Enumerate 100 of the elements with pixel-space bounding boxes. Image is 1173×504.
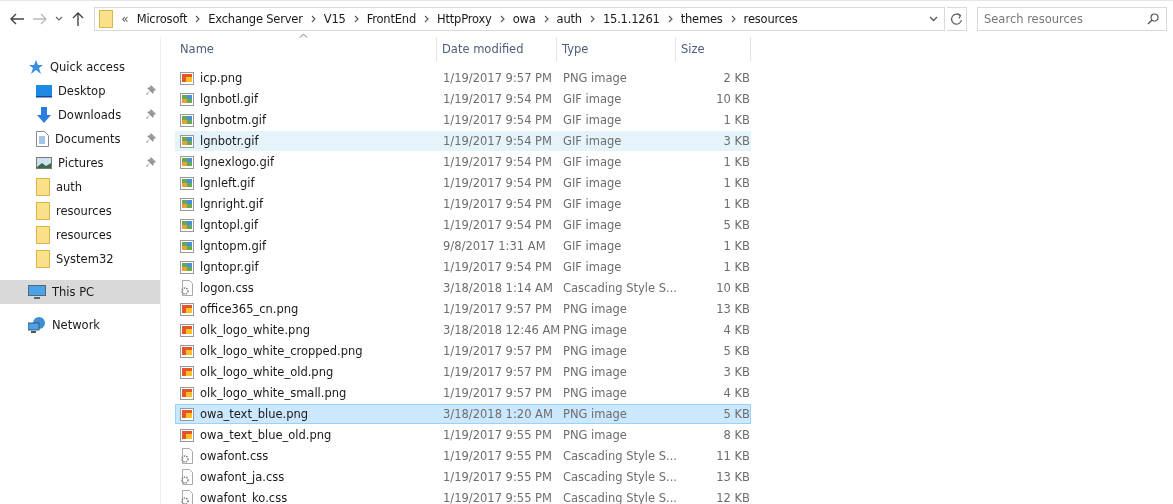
- chevron-right-icon: [195, 15, 201, 23]
- file-row[interactable]: icp.png 1/19/2017 9:57 PM PNG image 2 KB: [175, 68, 751, 88]
- file-row[interactable]: lgnbotm.gif 1/19/2017 9:54 PM GIF image 1 KB: [175, 110, 751, 130]
- date-cell-text: 1/19/2017 9:54 PM: [442, 113, 553, 127]
- image-file-icon: [180, 134, 194, 148]
- breadcrumb[interactable]: Exchange Server: [208, 12, 303, 26]
- download-arrow-icon: [36, 107, 52, 123]
- address-bar[interactable]: « Microsoft Exchange Server V15 FrontEnd HttpProxy owa auth 15.1.1261 themes resources: [94, 7, 946, 31]
- file-name: olk_logo_white_old.png: [200, 365, 334, 379]
- up-arrow-icon: [70, 11, 85, 27]
- file-row[interactable]: lgnbotl.gif 1/19/2017 9:54 PM GIF image 10 KB: [175, 89, 751, 109]
- sidebar-item[interactable]: auth: [0, 175, 160, 199]
- column-header[interactable]: Size: [676, 37, 751, 61]
- type-cell-text: PNG image: [562, 323, 628, 337]
- search-field[interactable]: Search resources: [977, 7, 1167, 31]
- folder-icon: [99, 10, 114, 28]
- sidebar-label: Desktop: [58, 84, 106, 98]
- date-cell-text: 1/19/2017 9:54 PM: [442, 155, 553, 169]
- chevron-down-icon: [54, 16, 63, 22]
- image-file-icon: [180, 302, 194, 316]
- file-row[interactable]: owafont_ko.css 1/19/2017 9:55 PM Cascading Style S... 12 KB: [175, 488, 751, 504]
- sidebar-item[interactable]: Documents: [0, 127, 160, 151]
- file-row[interactable]: olk_logo_white_cropped.png 1/19/2017 9:57 PM PNG image 5 KB: [175, 341, 751, 361]
- file-row[interactable]: lgntopm.gif 9/8/2017 1:31 AM GIF image 1 KB: [175, 236, 751, 256]
- sidebar-item[interactable]: Quick access: [0, 55, 160, 79]
- refresh-button[interactable]: [947, 7, 967, 31]
- chevron-right-icon: [310, 15, 316, 23]
- file-row[interactable]: olk_logo_white.png 3/18/2018 12:46 AM PNG image 4 KB: [175, 320, 751, 340]
- file-row[interactable]: lgntopr.gif 1/19/2017 9:54 PM GIF image 1 KB: [175, 257, 751, 277]
- file-row[interactable]: lgnexlogo.gif 1/19/2017 9:54 PM GIF image 1 KB: [175, 152, 751, 172]
- chevron-right-icon: [589, 15, 595, 23]
- date-cell-text: 1/19/2017 9:54 PM: [442, 197, 553, 211]
- breadcrumb[interactable]: FrontEnd: [366, 12, 416, 26]
- sidebar-item[interactable]: Desktop: [0, 79, 160, 103]
- file-name: lgnbotr.gif: [200, 134, 259, 148]
- breadcrumb[interactable]: Microsoft: [136, 12, 188, 26]
- folder-icon: [36, 202, 50, 220]
- file-row[interactable]: owafont_ja.css 1/19/2017 9:55 PM Cascading Style S... 13 KB: [175, 467, 751, 487]
- file-row[interactable]: owafont.css 1/19/2017 9:55 PM Cascading Style S... 11 KB: [175, 446, 751, 466]
- chevron-right-icon: [543, 15, 549, 23]
- date-cell-text: 1/19/2017 9:57 PM: [442, 386, 553, 400]
- size-cell-text: 10 KB: [715, 281, 751, 295]
- file-name: lgntopl.gif: [200, 218, 259, 232]
- breadcrumb[interactable]: themes: [680, 12, 723, 26]
- type-cell-text: GIF image: [562, 113, 623, 127]
- search-icon: [1147, 13, 1159, 25]
- type-cell-text: PNG image: [562, 365, 628, 379]
- type-cell-text: GIF image: [562, 218, 623, 232]
- file-name: owa_text_blue.png: [200, 407, 309, 421]
- size-cell-text: 3 KB: [722, 134, 751, 148]
- type-cell-text: Cascading Style S...: [562, 470, 677, 484]
- file-row[interactable]: olk_logo_white_small.png 1/19/2017 9:57 PM PNG image 4 KB: [175, 383, 751, 403]
- size-cell-text: 10 KB: [715, 92, 751, 106]
- sidebar-item[interactable]: Network: [0, 313, 160, 337]
- breadcrumb[interactable]: owa: [512, 12, 536, 26]
- size-cell-text: 1 KB: [722, 113, 751, 127]
- overflow-chevron[interactable]: «: [121, 12, 129, 26]
- size-cell-text: 12 KB: [715, 491, 751, 504]
- sidebar-item[interactable]: Downloads: [0, 103, 160, 127]
- file-row[interactable]: lgnbotr.gif 1/19/2017 9:54 PM GIF image 3 KB: [175, 131, 751, 151]
- type-cell-text: Cascading Style S...: [562, 491, 677, 504]
- file-name: owafont_ja.css: [200, 470, 285, 484]
- breadcrumb[interactable]: resources: [743, 12, 798, 26]
- breadcrumb[interactable]: 15.1.1261: [602, 12, 660, 26]
- type-cell-text: GIF image: [562, 134, 623, 148]
- sidebar-label: Pictures: [58, 156, 104, 170]
- sidebar-label: This PC: [52, 285, 95, 299]
- type-cell-text: GIF image: [562, 239, 623, 253]
- file-row[interactable]: office365_cn.png 1/19/2017 9:57 PM PNG image 13 KB: [175, 299, 751, 319]
- file-row[interactable]: owa_text_blue.png 3/18/2018 1:20 AM PNG image 5 KB: [175, 404, 751, 424]
- sidebar-item[interactable]: Pictures: [0, 151, 160, 175]
- sidebar-label: Downloads: [58, 108, 122, 122]
- file-row[interactable]: lgnleft.gif 1/19/2017 9:54 PM GIF image 1 KB: [175, 173, 751, 193]
- file-row[interactable]: owa_text_blue_old.png 1/19/2017 9:55 PM PNG image 8 KB: [175, 425, 751, 445]
- type-cell-text: PNG image: [562, 428, 628, 442]
- file-row[interactable]: lgntopl.gif 1/19/2017 9:54 PM GIF image 5 KB: [175, 215, 751, 235]
- type-cell-text: PNG image: [562, 344, 628, 358]
- file-row[interactable]: lgnright.gif 1/19/2017 9:54 PM GIF image 1 KB: [175, 194, 751, 214]
- image-file-icon: [180, 92, 194, 106]
- dropdown-icon[interactable]: [929, 16, 939, 22]
- file-row[interactable]: olk_logo_white_old.png 1/19/2017 9:57 PM PNG image 3 KB: [175, 362, 751, 382]
- date-cell-text: 1/19/2017 9:54 PM: [442, 92, 553, 106]
- file-row[interactable]: logon.css 3/18/2018 1:14 AM Cascading Style S... 10 KB: [175, 278, 751, 298]
- breadcrumb[interactable]: V15: [323, 12, 346, 26]
- file-name: lgnbotm.gif: [200, 113, 267, 127]
- column-header[interactable]: Name: [175, 37, 437, 61]
- type-cell-text: GIF image: [562, 260, 623, 274]
- date-cell-text: 1/19/2017 9:55 PM: [442, 491, 553, 504]
- type-cell-text: PNG image: [562, 302, 628, 316]
- breadcrumb[interactable]: HttpProxy: [437, 12, 492, 26]
- sidebar-item[interactable]: resources: [0, 199, 160, 223]
- breadcrumb[interactable]: auth: [556, 12, 582, 26]
- column-header[interactable]: Type: [557, 37, 676, 61]
- back-arrow-icon: [8, 12, 25, 26]
- document-icon: [36, 131, 49, 147]
- type-cell-text: GIF image: [562, 197, 623, 211]
- sidebar-item[interactable]: resources: [0, 223, 160, 247]
- sidebar-item[interactable]: This PC: [0, 280, 160, 304]
- sidebar-item[interactable]: System32: [0, 247, 160, 271]
- column-header[interactable]: Date modified: [437, 37, 557, 61]
